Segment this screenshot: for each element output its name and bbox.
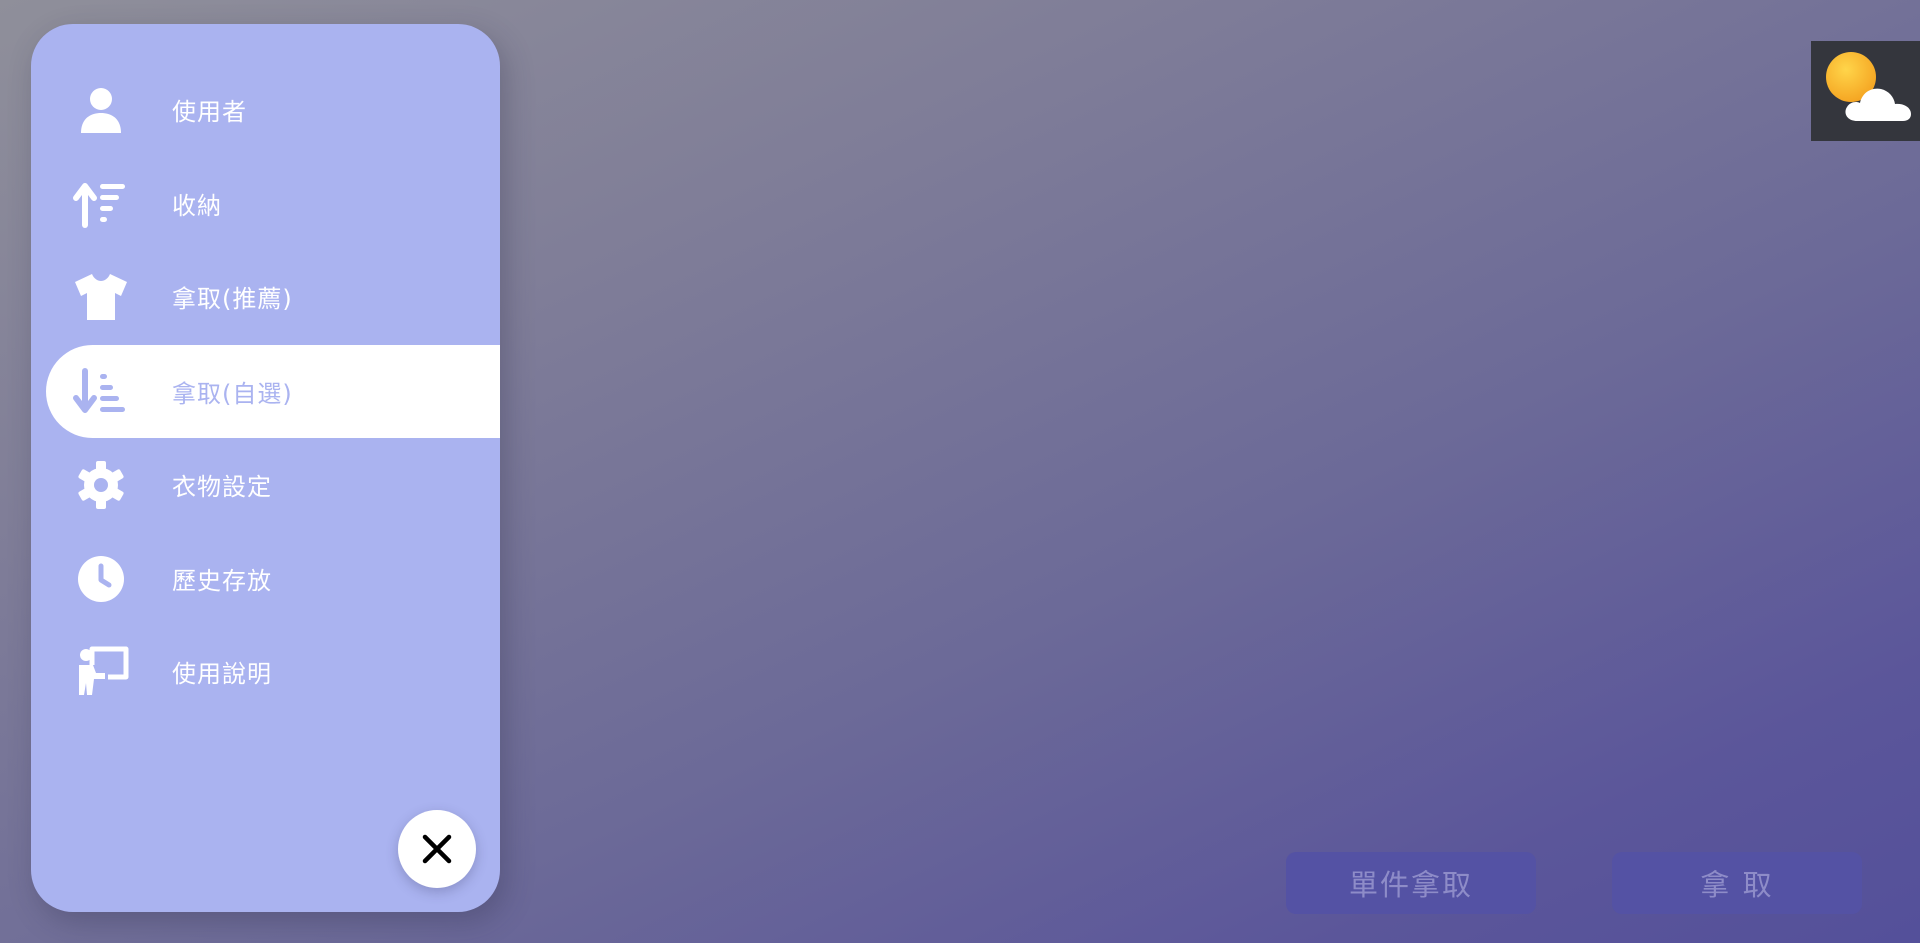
sidebar-item-label: 歷史存放 bbox=[172, 567, 272, 595]
sidebar-item-take-custom[interactable]: 拿取(自選) bbox=[46, 345, 500, 438]
sidebar-item-label: 拿取(自選) bbox=[172, 380, 293, 408]
close-icon bbox=[419, 831, 455, 867]
sidebar-item-clothing-settings[interactable]: 衣物設定 bbox=[46, 438, 500, 531]
partly-cloudy-icon bbox=[1826, 52, 1911, 121]
weather-widget bbox=[1811, 41, 1920, 141]
sidebar-menu: 使用者 收納 拿取(推薦) 拿取(自選) 衣物設定 歷史存放 使用說明 bbox=[31, 24, 500, 912]
sidebar-item-history[interactable]: 歷史存放 bbox=[46, 532, 500, 625]
clock-icon bbox=[70, 548, 132, 610]
sort-down-icon bbox=[70, 361, 132, 423]
sidebar-item-label: 收納 bbox=[172, 192, 222, 220]
presentation-icon bbox=[70, 641, 132, 703]
single-take-button[interactable]: 單件拿取 bbox=[1286, 852, 1536, 914]
close-menu-button[interactable] bbox=[398, 810, 476, 888]
tshirt-icon bbox=[70, 266, 132, 328]
sort-up-icon bbox=[70, 173, 132, 235]
take-button[interactable]: 拿 取 bbox=[1612, 852, 1862, 914]
sidebar-item-storage[interactable]: 收納 bbox=[46, 157, 500, 250]
sidebar-item-label: 使用者 bbox=[172, 98, 247, 126]
gear-icon bbox=[70, 454, 132, 516]
sidebar-item-take-recommended[interactable]: 拿取(推薦) bbox=[46, 250, 500, 343]
sidebar-item-label: 衣物設定 bbox=[172, 473, 272, 501]
sidebar-item-instructions[interactable]: 使用說明 bbox=[46, 625, 500, 718]
user-icon bbox=[70, 79, 132, 141]
sidebar-item-label: 使用說明 bbox=[172, 660, 272, 688]
sidebar-item-label: 拿取(推薦) bbox=[172, 285, 293, 313]
sidebar-item-user[interactable]: 使用者 bbox=[46, 63, 500, 156]
